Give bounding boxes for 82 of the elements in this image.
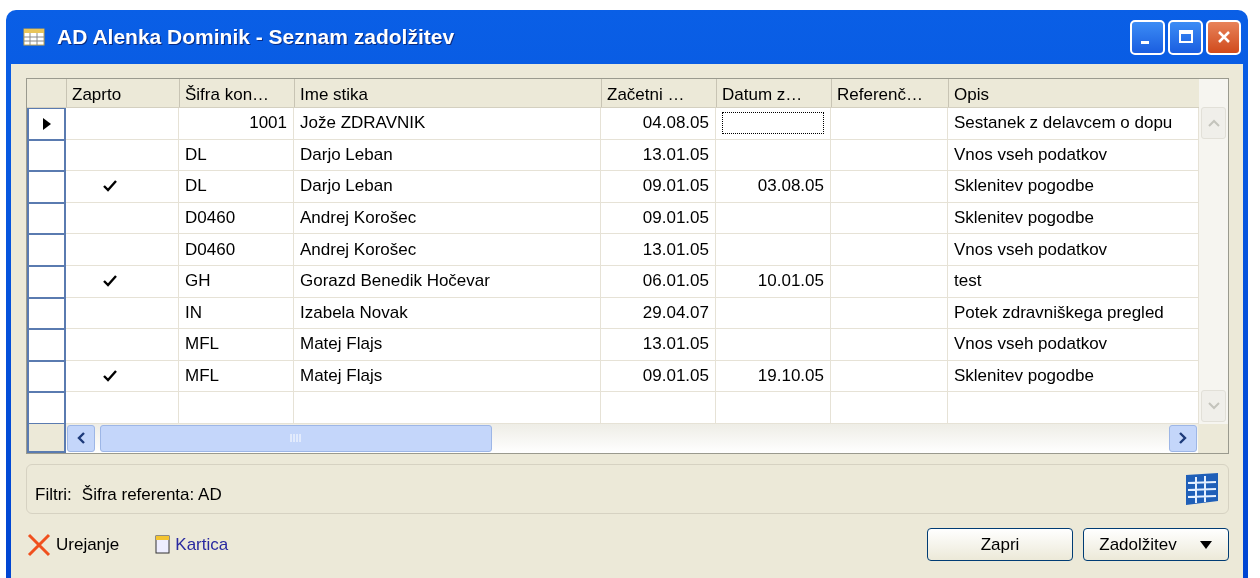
closed-cell[interactable] [66,202,179,235]
maximize-icon [1177,29,1194,45]
closed-cell[interactable] [66,329,179,361]
table-cell: 19.10.05 [716,360,831,393]
close-icon [1215,29,1232,45]
column-header[interactable]: Zaprto [66,79,179,107]
table-cell: 13.01.05 [601,139,716,172]
check-icon [103,275,117,288]
table-cell: 09.01.05 [601,202,716,235]
table-cell: Matej Flajs [294,360,601,393]
table-cell: 09.01.05 [601,360,716,393]
row-selector[interactable] [27,108,66,140]
scroll-left-button[interactable] [67,424,95,452]
table-cell: 10.01.05 [716,265,831,298]
scroll-right-button[interactable] [1169,424,1197,452]
table-cell: GH [179,265,294,298]
closed-cell[interactable] [66,171,179,203]
table-cell: Matej Flajs [294,329,601,361]
table-cell: D0460 [179,202,294,235]
closed-cell[interactable] [66,297,179,330]
maximize-button[interactable] [1168,19,1203,55]
chevron-down-icon [1207,401,1220,410]
chevron-right-icon [1179,432,1187,445]
table-cell: Vnos vseh podatkov [948,329,1199,361]
card-icon [155,534,172,555]
grid-icon[interactable] [1184,470,1220,507]
table-cell: Andrej Korošec [294,234,601,266]
table-cell: MFL [179,360,294,393]
table-cell: 29.04.07 [601,297,716,330]
column-header[interactable]: Datum z… [716,79,831,107]
closed-cell[interactable] [66,234,179,266]
table-cell: Sestanek z delavcem o dopu [948,108,1199,140]
column-header[interactable]: Začetni … [601,79,716,107]
table-cell: 1001 [179,108,294,140]
table-cell: 06.01.05 [601,265,716,298]
column-header[interactable]: Ime stika [294,79,601,107]
close-button[interactable] [1206,19,1241,55]
table-cell: MFL [179,329,294,361]
closed-cell[interactable] [66,265,179,298]
check-icon [103,370,117,383]
menu-button[interactable]: Zadolžitev [1083,528,1229,562]
table-cell: IN [179,297,294,330]
closed-cell[interactable] [66,360,179,393]
table-cell: DL [179,171,294,203]
card-link[interactable]: Kartica [155,534,229,555]
minimize-button[interactable] [1130,19,1165,55]
column-header[interactable]: Referenč… [831,79,948,107]
table-cell: Darjo Leban [294,139,601,172]
current-row-icon [42,117,51,130]
close-window-button[interactable]: Zapri [927,528,1073,562]
scroll-thumb[interactable] [100,424,492,452]
window-title: AD Alenka Dominik - Seznam zadolžitev [57,25,455,49]
table-cell: Gorazd Benedik Hočevar [294,265,601,298]
table-cell: Jože ZDRAVNIK [294,108,601,140]
table-cell: Sklenitev pogodbe [948,171,1199,203]
table-cell: 09.01.05 [601,171,716,203]
chevron-left-icon [77,432,85,445]
minimize-icon [1140,40,1149,44]
table-cell: Vnos vseh podatkov [948,234,1199,266]
grip-icon [290,433,302,444]
table-cell: 03.08.05 [716,171,831,203]
table-cell: D0460 [179,234,294,266]
closed-cell[interactable] [66,108,179,140]
closed-cell[interactable] [66,139,179,172]
focused-cell[interactable] [722,112,824,135]
table-cell: Andrej Korošec [294,202,601,235]
edit-link[interactable]: Urejanje [26,531,120,558]
table-icon [23,28,45,46]
dropdown-icon [1198,539,1213,550]
filter-label: Filtri: [35,483,72,505]
filter-text: Šifra referenta: AD [81,483,222,505]
table-cell: DL [179,139,294,172]
check-icon [103,180,117,193]
table-cell: Izabela Novak [294,297,601,330]
table-cell: 04.08.05 [601,108,716,140]
cross-icon [26,531,52,558]
chevron-up-icon [1207,119,1220,127]
table-cell: 13.01.05 [601,329,716,361]
table-cell: 13.01.05 [601,234,716,266]
table-cell: Darjo Leban [294,171,601,203]
column-header[interactable]: Šifra kon… [179,79,294,107]
horizontal-scrollbar[interactable] [66,423,1198,453]
